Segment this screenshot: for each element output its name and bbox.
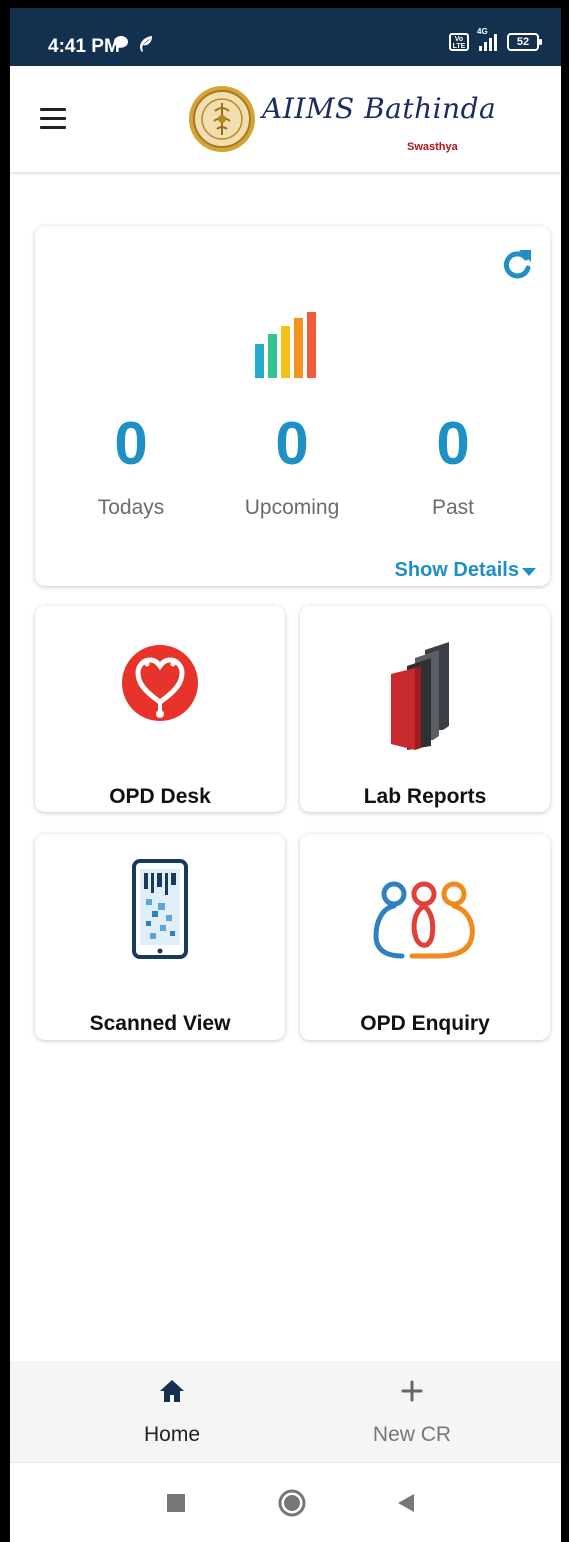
tile-label: OPD Enquiry	[360, 1012, 490, 1035]
caret-down-icon	[522, 567, 536, 576]
tile-opd-enquiry[interactable]: OPD Enquiry	[300, 834, 550, 1040]
stat-label: Upcoming	[244, 496, 340, 519]
leaf-icon	[140, 36, 152, 52]
stat-count: 0	[436, 410, 470, 477]
app-tagline: Swasthya	[407, 141, 458, 153]
status-system-icons: Vo LTE 4G 52	[449, 27, 542, 51]
app-bar: AIIMS Bathinda Swasthya	[10, 66, 561, 172]
tile-label: OPD Desk	[109, 785, 211, 808]
hamburger-menu-icon[interactable]	[40, 108, 66, 130]
plus-icon	[401, 1380, 423, 1402]
tablet-qr-icon	[132, 859, 188, 959]
stat-count: 0	[114, 410, 148, 477]
home-circle-icon[interactable]	[278, 1489, 306, 1517]
people-group-icon	[373, 881, 475, 959]
status-time: 4:41 PM	[48, 36, 120, 57]
show-details-label: Show Details	[394, 559, 519, 581]
nav-new-cr[interactable]: New CR	[312, 1361, 512, 1462]
status-notification-icons	[113, 35, 154, 53]
stat-label: Past	[431, 496, 475, 519]
volte-icon: Vo LTE	[449, 33, 469, 51]
bar-chart-icon	[255, 312, 316, 378]
recent-apps-icon[interactable]	[167, 1494, 185, 1512]
refresh-icon[interactable]	[500, 246, 534, 282]
appointments-summary-card: 0 Todays 0 Upcoming 0 Past Show Details	[35, 226, 550, 586]
aiims-emblem-logo	[189, 86, 255, 152]
network-type: 4G	[477, 27, 488, 36]
chat-bubble-icon	[114, 36, 128, 50]
tile-scanned-view[interactable]: Scanned View	[35, 834, 285, 1040]
stat-label: Todays	[97, 496, 165, 519]
stat-upcoming[interactable]: 0 Upcoming	[222, 414, 362, 520]
show-details-link[interactable]: Show Details	[395, 559, 536, 582]
signal-icon: 4G	[477, 27, 497, 51]
tile-label: Scanned View	[89, 1012, 231, 1035]
battery-icon: 52	[507, 33, 542, 51]
nav-label: Home	[143, 1423, 201, 1446]
nav-label: New CR	[372, 1423, 452, 1446]
tile-opd-desk[interactable]: OPD Desk	[35, 606, 285, 812]
nav-home[interactable]: Home	[72, 1361, 272, 1462]
bottom-navigation: Home New CR	[10, 1361, 561, 1462]
system-navigation-bar	[10, 1462, 561, 1542]
stat-count: 0	[275, 410, 309, 477]
stethoscope-heart-icon	[122, 645, 198, 721]
app-brand-title: AIIMS Bathinda	[262, 92, 497, 125]
back-icon[interactable]	[397, 1493, 415, 1513]
tile-lab-reports[interactable]: Lab Reports	[300, 606, 550, 812]
status-bar: 4:41 PM Vo LTE 4G 52	[10, 8, 561, 66]
home-icon	[160, 1380, 184, 1402]
books-icon	[391, 642, 449, 750]
battery-level: 52	[516, 36, 530, 48]
phone-screen: 4:41 PM Vo LTE 4G 52 AIIMS Bathinda Swas…	[10, 8, 561, 1542]
tile-label: Lab Reports	[363, 785, 487, 808]
stat-todays[interactable]: 0 Todays	[61, 414, 201, 520]
stat-past[interactable]: 0 Past	[383, 414, 523, 520]
